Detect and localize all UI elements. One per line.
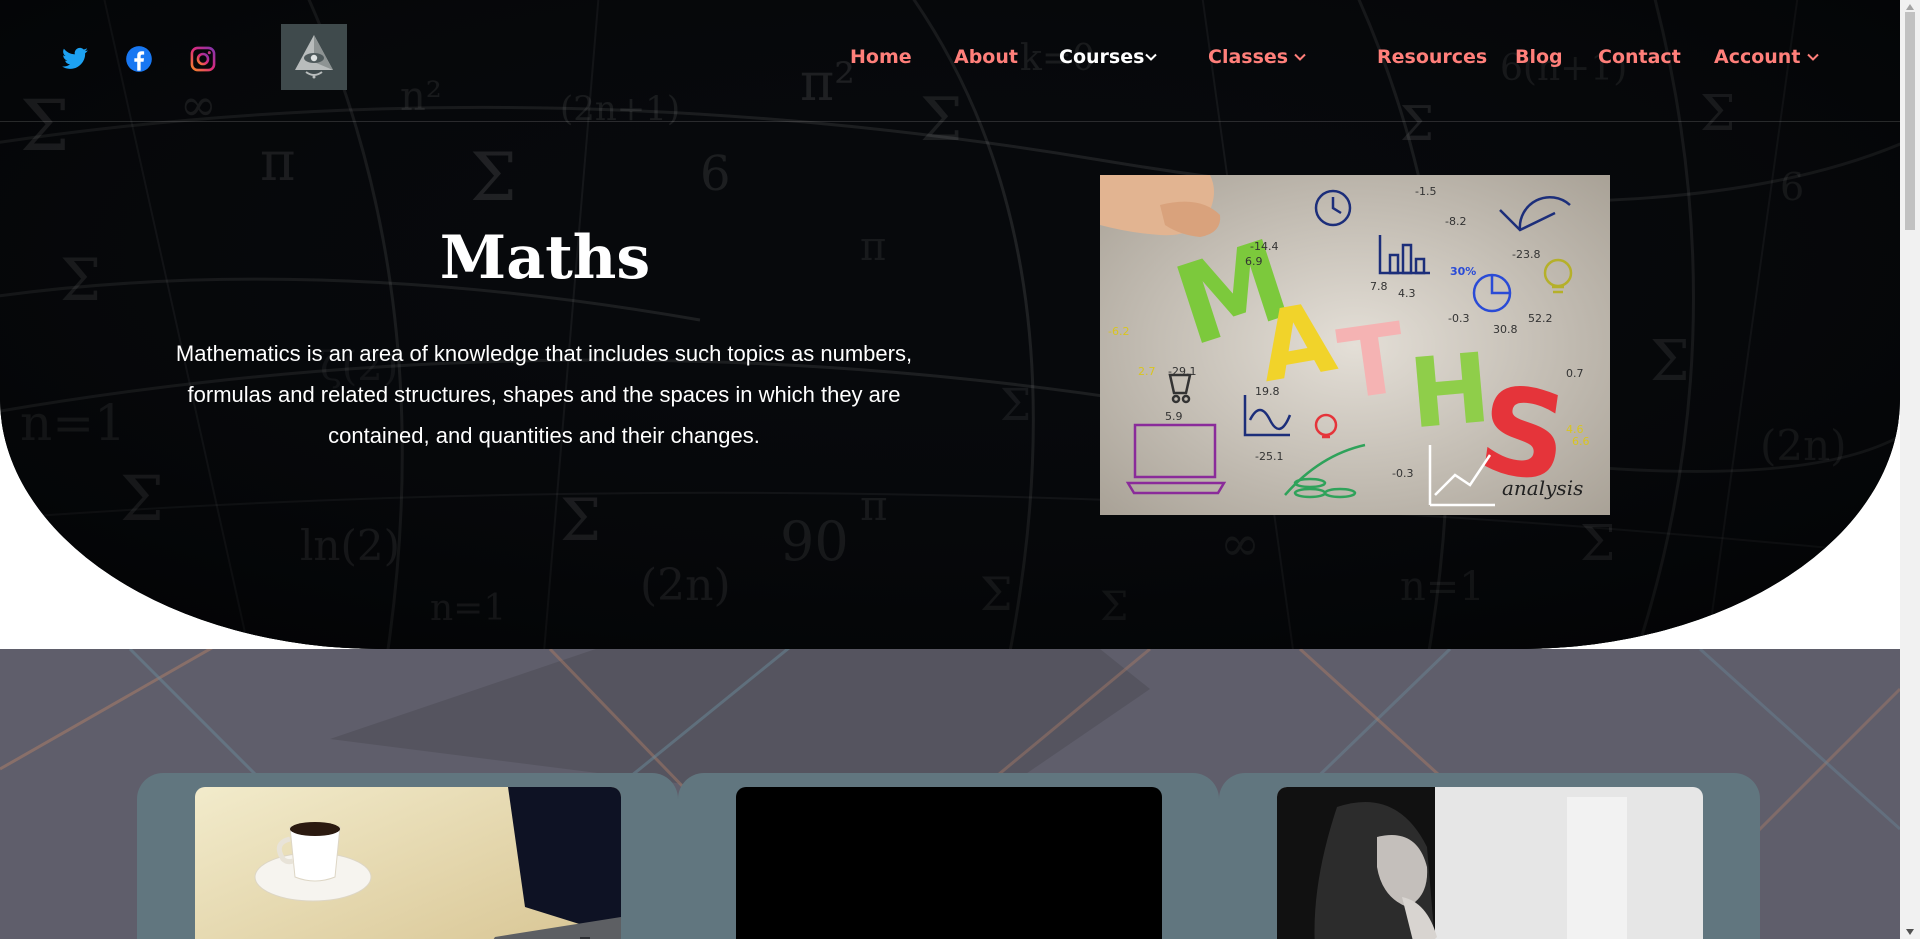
- scrollbar-thumb[interactable]: [1905, 12, 1915, 230]
- nav-contact[interactable]: Contact: [1598, 44, 1681, 70]
- chevron-down-icon[interactable]: [1144, 50, 1158, 64]
- num-21: -0.3: [1392, 467, 1413, 480]
- facebook-link[interactable]: [125, 45, 153, 73]
- analysis-caption: analysis: [1502, 476, 1583, 500]
- num-15: 19.8: [1255, 385, 1280, 398]
- eye-triangle-logo-icon: [295, 35, 333, 79]
- num-16: 5.9: [1165, 410, 1183, 423]
- num-5: 7.8: [1370, 280, 1388, 293]
- page-description: Mathematics is an area of knowledge that…: [175, 341, 913, 448]
- scroll-up-arrow-icon[interactable]: [1905, 3, 1915, 11]
- nav-about[interactable]: About: [954, 44, 1018, 70]
- num-9: -0.3: [1448, 312, 1469, 325]
- course-card[interactable]: [1219, 773, 1760, 939]
- num-2: -14.4: [1250, 240, 1278, 253]
- num-4: 6.9: [1245, 255, 1263, 268]
- num-17: -25.1: [1255, 450, 1283, 463]
- num-10: 52.2: [1528, 312, 1553, 325]
- instagram-link[interactable]: [189, 45, 217, 73]
- num-7: -23.8: [1512, 248, 1540, 261]
- facebook-icon: [126, 46, 152, 72]
- course-card[interactable]: [678, 773, 1219, 939]
- num-8: 30%: [1450, 265, 1476, 278]
- page-scrollbar[interactable]: [1900, 0, 1920, 939]
- nav-account[interactable]: Account: [1714, 44, 1800, 70]
- site-logo[interactable]: [281, 24, 347, 90]
- num-13: 2.7: [1138, 365, 1156, 378]
- chevron-down-icon[interactable]: [1806, 50, 1820, 64]
- num-12: -6.2: [1108, 325, 1129, 338]
- instagram-icon: [190, 46, 216, 72]
- num-1: -1.5: [1415, 185, 1436, 198]
- twitter-icon: [62, 47, 88, 69]
- num-6: 4.3: [1398, 287, 1416, 300]
- chevron-down-icon[interactable]: [1293, 50, 1307, 64]
- maths-hero-image: M A T H S -1.5 -14.4 -8.2 6.9 7.8 4.3 -2…: [1100, 175, 1610, 515]
- courses-section: [0, 649, 1900, 939]
- num-18: 0.7: [1566, 367, 1584, 380]
- nav-classes[interactable]: Classes: [1208, 44, 1288, 70]
- scroll-down-arrow-icon[interactable]: [1905, 928, 1915, 936]
- hero-section: Σ ∞ π n² Σ (2n+1) 6 π² Σ k=0 Σ n=1 Σ ln(…: [0, 0, 1900, 649]
- nav-courses[interactable]: Courses: [1059, 44, 1144, 70]
- card-image-video: [736, 787, 1162, 939]
- nav-home[interactable]: Home: [850, 44, 912, 70]
- num-11: 30.8: [1493, 323, 1518, 336]
- twitter-link[interactable]: [61, 45, 89, 73]
- card-image-coffee: [195, 787, 621, 939]
- maths-letters-illustration: M A T H S -1.5 -14.4 -8.2 6.9 7.8 4.3 -2…: [1100, 175, 1610, 515]
- num-3: -8.2: [1445, 215, 1466, 228]
- page-title: Maths: [439, 223, 651, 293]
- card-image-woman: [1277, 787, 1703, 939]
- num-14: -29.1: [1168, 365, 1196, 378]
- num-20: 6.6: [1572, 435, 1590, 448]
- site-header: Home About Courses Classes Resources Blo…: [0, 0, 1900, 122]
- course-card[interactable]: [137, 773, 678, 939]
- nav-resources[interactable]: Resources: [1377, 44, 1487, 70]
- nav-blog[interactable]: Blog: [1515, 44, 1563, 70]
